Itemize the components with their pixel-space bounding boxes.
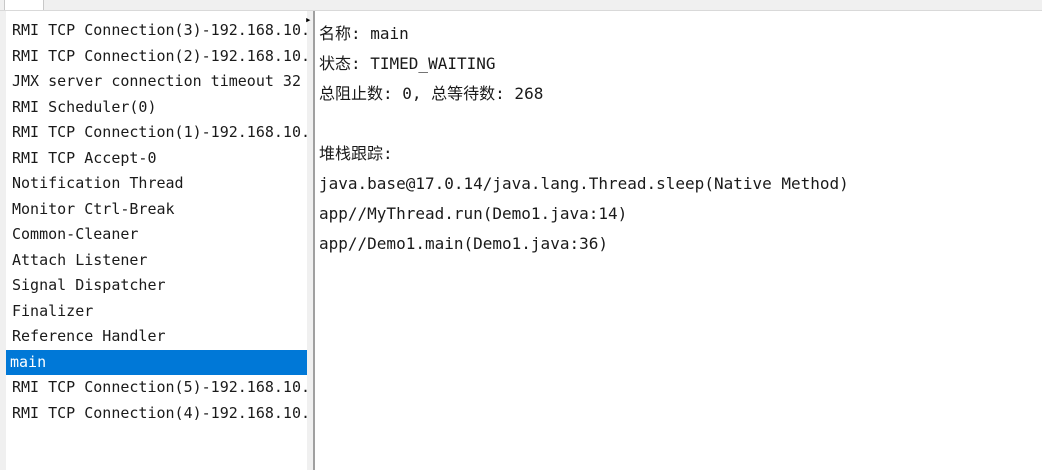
stack-frame: app//Demo1.main(Demo1.java:36) (319, 234, 608, 253)
thread-counts-line: 总阻止数: 0, 总等待数: 268 (319, 84, 544, 103)
thread-list-item[interactable]: Finalizer (6, 299, 307, 325)
thread-list-item[interactable]: main (6, 349, 307, 375)
thread-state-line: 状态: TIMED_WAITING (319, 54, 496, 73)
thread-list-item[interactable]: Attach Listener (6, 248, 307, 274)
stack-trace-header: 堆栈跟踪: (319, 144, 393, 163)
thread-list-item[interactable]: Monitor Ctrl-Break (6, 197, 307, 223)
thread-list-item[interactable]: RMI TCP Connection(4)-192.168.10. (6, 401, 307, 427)
thread-list-item[interactable]: Notification Thread (6, 171, 307, 197)
thread-list[interactable]: RMI TCP Connection(3)-192.168.10. RMI TCP… (6, 11, 307, 426)
thread-list-panel[interactable]: RMI TCP Connection(3)-192.168.10. RMI TCP… (6, 11, 307, 470)
thread-list-item[interactable]: RMI TCP Connection(1)-192.168.10. (6, 120, 307, 146)
thread-detail-panel: 名称: main 状态: TIMED_WAITING 总阻止数: 0, 总等待数… (315, 11, 1042, 470)
thread-list-item[interactable]: Reference Handler (6, 324, 307, 350)
scroll-arrow-icon[interactable]: ▸ (305, 14, 312, 36)
thread-list-item[interactable]: RMI TCP Connection(5)-192.168.10. (6, 375, 307, 401)
thread-list-item[interactable]: RMI TCP Connection(2)-192.168.10. (6, 44, 307, 70)
stack-frame: java.base@17.0.14/java.lang.Thread.sleep… (319, 174, 849, 193)
thread-name-line: 名称: main (319, 24, 409, 43)
thread-list-item[interactable]: RMI TCP Accept-0 (6, 146, 307, 172)
thread-list-item[interactable]: JMX server connection timeout 32 (6, 69, 307, 95)
thread-list-item[interactable]: Common-Cleaner (6, 222, 307, 248)
thread-list-item[interactable]: RMI Scheduler(0) (6, 95, 307, 121)
detail-spacer (319, 109, 1042, 139)
thread-list-item[interactable]: RMI TCP Connection(3)-192.168.10. (6, 18, 307, 44)
tab-partial[interactable] (4, 0, 44, 10)
stack-frame: app//MyThread.run(Demo1.java:14) (319, 204, 628, 223)
thread-list-item[interactable]: Signal Dispatcher (6, 273, 307, 299)
tab-strip (0, 0, 1042, 11)
thread-viewer-window: RMI TCP Connection(3)-192.168.10. RMI TCP… (0, 0, 1042, 470)
